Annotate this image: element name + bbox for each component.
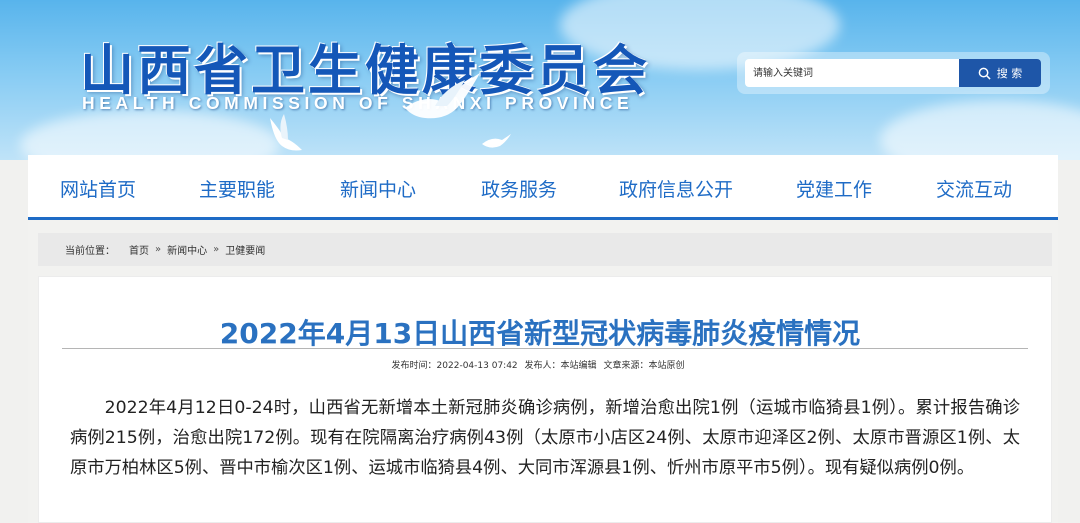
breadcrumb: 当前位置： 首页 » 新闻中心 » 卫健要闻	[38, 233, 1052, 266]
breadcrumb-news-link[interactable]: 新闻中心	[167, 242, 207, 257]
cloud-decoration	[20, 110, 280, 160]
search-input[interactable]	[745, 59, 959, 87]
breadcrumb-separator: »	[155, 244, 162, 255]
search-button-label: 搜 索	[996, 67, 1023, 80]
dove-icon	[270, 114, 302, 151]
breadcrumb-separator: »	[213, 244, 220, 255]
search-icon	[978, 67, 991, 80]
published-time: 2022-04-13 07:42	[436, 361, 518, 371]
published-label: 发布时间：	[391, 361, 437, 371]
source-label: 文章来源：	[603, 361, 649, 371]
article-meta: 发布时间：2022-04-13 07:42 发布人：本站编辑 文章来源：本站原创	[0, 358, 1080, 371]
nav-item-news[interactable]: 新闻中心	[340, 175, 416, 202]
title-divider	[62, 348, 1028, 349]
site-subtitle: HEALTH COMMISSION OF SHANXI PROVINCE	[82, 93, 634, 113]
author-label: 发布人：	[524, 361, 561, 371]
nav-item-party[interactable]: 党建工作	[796, 175, 872, 202]
dove-icon	[405, 73, 480, 119]
nav-item-interaction[interactable]: 交流互动	[936, 175, 1012, 202]
nav-item-info-disclosure[interactable]: 政府信息公开	[619, 175, 733, 202]
breadcrumb-label: 当前位置：	[65, 246, 115, 257]
nav-item-home[interactable]: 网站首页	[60, 175, 136, 202]
article-title: 2022年4月13日山西省新型冠状病毒肺炎疫情情况	[219, 317, 861, 350]
source-value: 本站原创	[648, 361, 685, 371]
author-value: 本站编辑	[560, 361, 597, 371]
search-button[interactable]: 搜 索	[959, 59, 1041, 87]
nav-item-functions[interactable]: 主要职能	[199, 175, 275, 202]
nav-item-services[interactable]: 政务服务	[481, 175, 557, 202]
dove-icon	[482, 134, 511, 148]
breadcrumb-home-link[interactable]: 首页	[129, 242, 149, 257]
cloud-decoration	[880, 100, 1080, 160]
main-nav: 网站首页 主要职能 新闻中心 政务服务 政府信息公开 党建工作 交流互动	[28, 155, 1058, 220]
breadcrumb-current-link[interactable]: 卫健要闻	[225, 242, 265, 257]
article-body: 2022年4月12日0-24时，山西省无新增本土新冠肺炎确诊病例，新增治愈出院1…	[70, 398, 1020, 478]
